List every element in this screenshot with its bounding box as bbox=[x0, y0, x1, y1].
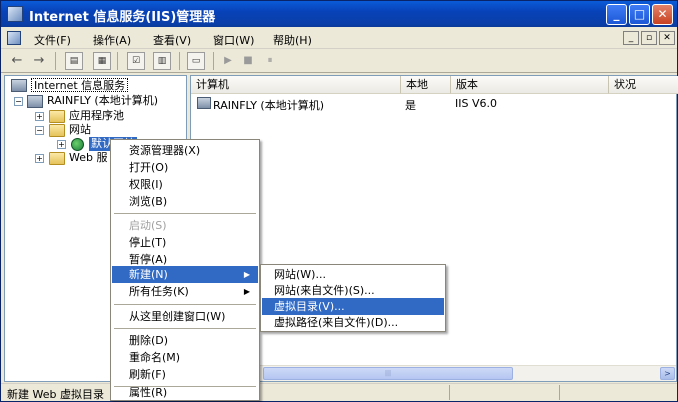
mdi-close-button[interactable]: ✕ bbox=[659, 31, 675, 45]
status-bar: 新建 Web 虚拟目录 bbox=[1, 383, 677, 401]
stop-icon[interactable]: ■ bbox=[241, 52, 255, 70]
computer-icon[interactable]: ▭ bbox=[187, 52, 205, 70]
ctx-item-refresh[interactable]: 刷新(F) bbox=[112, 366, 258, 383]
submenu-item-virtual-path-from-file[interactable]: 虚拟路径(来自文件)(D)... bbox=[262, 314, 444, 331]
scroll-right-arrow-icon[interactable]: > bbox=[660, 367, 675, 380]
menu-view[interactable]: 查看(V) bbox=[153, 32, 191, 48]
toolbar-separator bbox=[213, 52, 214, 70]
ctx-item-explore[interactable]: 资源管理器(X) bbox=[112, 142, 258, 159]
toolbar: ← → ▤ ▦ ☑ ▥ ▭ ▶ ■ ⏸ bbox=[1, 49, 677, 73]
ctx-item-delete[interactable]: 删除(D) bbox=[112, 332, 258, 349]
ctx-item-new-label: 新建(N) bbox=[129, 268, 168, 281]
submenu-arrow-icon: ▶ bbox=[243, 287, 250, 296]
submenu-item-website[interactable]: 网站(W)... bbox=[262, 266, 444, 283]
properties-icon[interactable]: ☑ bbox=[127, 52, 145, 70]
export-list-icon[interactable]: ▦ bbox=[93, 52, 111, 70]
computer-icon bbox=[197, 97, 211, 109]
help-icon[interactable]: ▥ bbox=[153, 52, 171, 70]
folder-icon bbox=[49, 124, 65, 137]
context-menu: 资源管理器(X) 打开(O) 权限(I) 浏览(B) 启动(S) 停止(T) 暂… bbox=[110, 139, 260, 401]
submenu-arrow-icon: ▶ bbox=[243, 270, 250, 279]
toolbar-separator bbox=[55, 52, 56, 70]
new-submenu: 网站(W)... 网站(来自文件)(S)... 虚拟目录(V)... 虚拟路径(… bbox=[260, 264, 446, 332]
column-header-status[interactable]: 状况 bbox=[609, 76, 678, 94]
iis-manager-window: Internet 信息服务(IIS)管理器 _ □ ✕ 文件(F) 操作(A) … bbox=[0, 0, 678, 402]
tree-item-web-service-ext[interactable]: Web 服 bbox=[69, 151, 107, 165]
status-divider bbox=[449, 385, 450, 400]
column-header-local[interactable]: 本地 bbox=[401, 76, 451, 94]
menu-divider bbox=[114, 328, 256, 329]
list-pane: 计算机 本地 版本 状况 RAINFLY (本地计算机) 是 IIS V6.0 … bbox=[190, 75, 678, 382]
cell-computer[interactable]: RAINFLY (本地计算机) bbox=[213, 97, 324, 113]
ctx-item-browse[interactable]: 浏览(B) bbox=[112, 193, 258, 210]
menu-window[interactable]: 窗口(W) bbox=[213, 32, 254, 48]
back-arrow-icon[interactable]: ← bbox=[9, 52, 25, 70]
ctx-item-new-window[interactable]: 从这里创建窗口(W) bbox=[112, 308, 258, 325]
toolbar-separator bbox=[179, 52, 180, 70]
expand-toggle[interactable]: + bbox=[35, 154, 44, 163]
toolbar-separator bbox=[117, 52, 118, 70]
ctx-item-start[interactable]: 启动(S) bbox=[112, 217, 258, 234]
globe-icon bbox=[71, 138, 84, 151]
ctx-item-open[interactable]: 打开(O) bbox=[112, 159, 258, 176]
show-hide-tree-icon[interactable]: ▤ bbox=[65, 52, 83, 70]
submenu-item-virtual-directory[interactable]: 虚拟目录(V)... bbox=[262, 298, 444, 315]
mdi-restore-button[interactable]: ▫ bbox=[641, 31, 657, 45]
computer-icon bbox=[27, 95, 43, 108]
column-header-version[interactable]: 版本 bbox=[451, 76, 609, 94]
menu-divider bbox=[114, 304, 256, 305]
tree-item-app-pools[interactable]: 应用程序池 bbox=[69, 109, 124, 123]
iis-icon bbox=[11, 79, 27, 92]
folder-icon bbox=[49, 110, 65, 123]
menu-action[interactable]: 操作(A) bbox=[93, 32, 131, 48]
expand-toggle[interactable]: + bbox=[35, 112, 44, 121]
menu-help[interactable]: 帮助(H) bbox=[273, 32, 312, 48]
status-divider bbox=[559, 385, 560, 400]
window-title: Internet 信息服务(IIS)管理器 bbox=[29, 10, 216, 25]
pause-icon[interactable]: ⏸ bbox=[263, 52, 277, 70]
start-icon[interactable]: ▶ bbox=[221, 52, 235, 70]
minimize-button[interactable]: _ bbox=[606, 4, 627, 25]
close-button[interactable]: ✕ bbox=[652, 4, 673, 25]
ctx-item-all-tasks-label: 所有任务(K) bbox=[129, 285, 189, 298]
forward-arrow-icon[interactable]: → bbox=[31, 52, 47, 70]
horizontal-scrollbar[interactable]: ||| > bbox=[191, 365, 676, 381]
ctx-item-new[interactable]: 新建(N) ▶ bbox=[112, 266, 258, 283]
title-bar[interactable]: Internet 信息服务(IIS)管理器 _ □ ✕ bbox=[1, 1, 677, 27]
document-icon[interactable] bbox=[7, 31, 21, 45]
cell-version: IIS V6.0 bbox=[455, 97, 497, 110]
collapse-toggle[interactable]: − bbox=[35, 126, 44, 135]
collapse-toggle[interactable]: − bbox=[14, 97, 23, 106]
menu-divider bbox=[114, 213, 256, 214]
tree-item-computer[interactable]: RAINFLY (本地计算机) bbox=[47, 94, 158, 108]
cell-local: 是 bbox=[405, 99, 416, 112]
maximize-button[interactable]: □ bbox=[629, 4, 650, 25]
expand-toggle[interactable]: + bbox=[57, 140, 66, 149]
ctx-item-all-tasks[interactable]: 所有任务(K) ▶ bbox=[112, 283, 258, 300]
tree-item-websites[interactable]: 网站 bbox=[69, 123, 91, 137]
app-icon bbox=[7, 6, 23, 22]
status-text: 新建 Web 虚拟目录 bbox=[7, 388, 104, 401]
menu-bar: 文件(F) 操作(A) 查看(V) 窗口(W) 帮助(H) _ ▫ ✕ bbox=[1, 28, 677, 49]
column-header-computer[interactable]: 计算机 bbox=[191, 76, 401, 94]
ctx-item-permissions[interactable]: 权限(I) bbox=[112, 176, 258, 193]
tree-item-iis-root[interactable]: Internet 信息服务 bbox=[31, 78, 129, 92]
menu-file[interactable]: 文件(F) bbox=[34, 32, 71, 48]
ctx-item-properties[interactable]: 属性(R) bbox=[112, 384, 258, 401]
ctx-item-rename[interactable]: 重命名(M) bbox=[112, 349, 258, 366]
scrollbar-thumb[interactable]: ||| bbox=[263, 367, 513, 380]
folder-icon bbox=[49, 152, 65, 165]
mdi-minimize-button[interactable]: _ bbox=[623, 31, 639, 45]
submenu-item-website-from-file[interactable]: 网站(来自文件)(S)... bbox=[262, 282, 444, 299]
ctx-item-stop[interactable]: 停止(T) bbox=[112, 234, 258, 251]
